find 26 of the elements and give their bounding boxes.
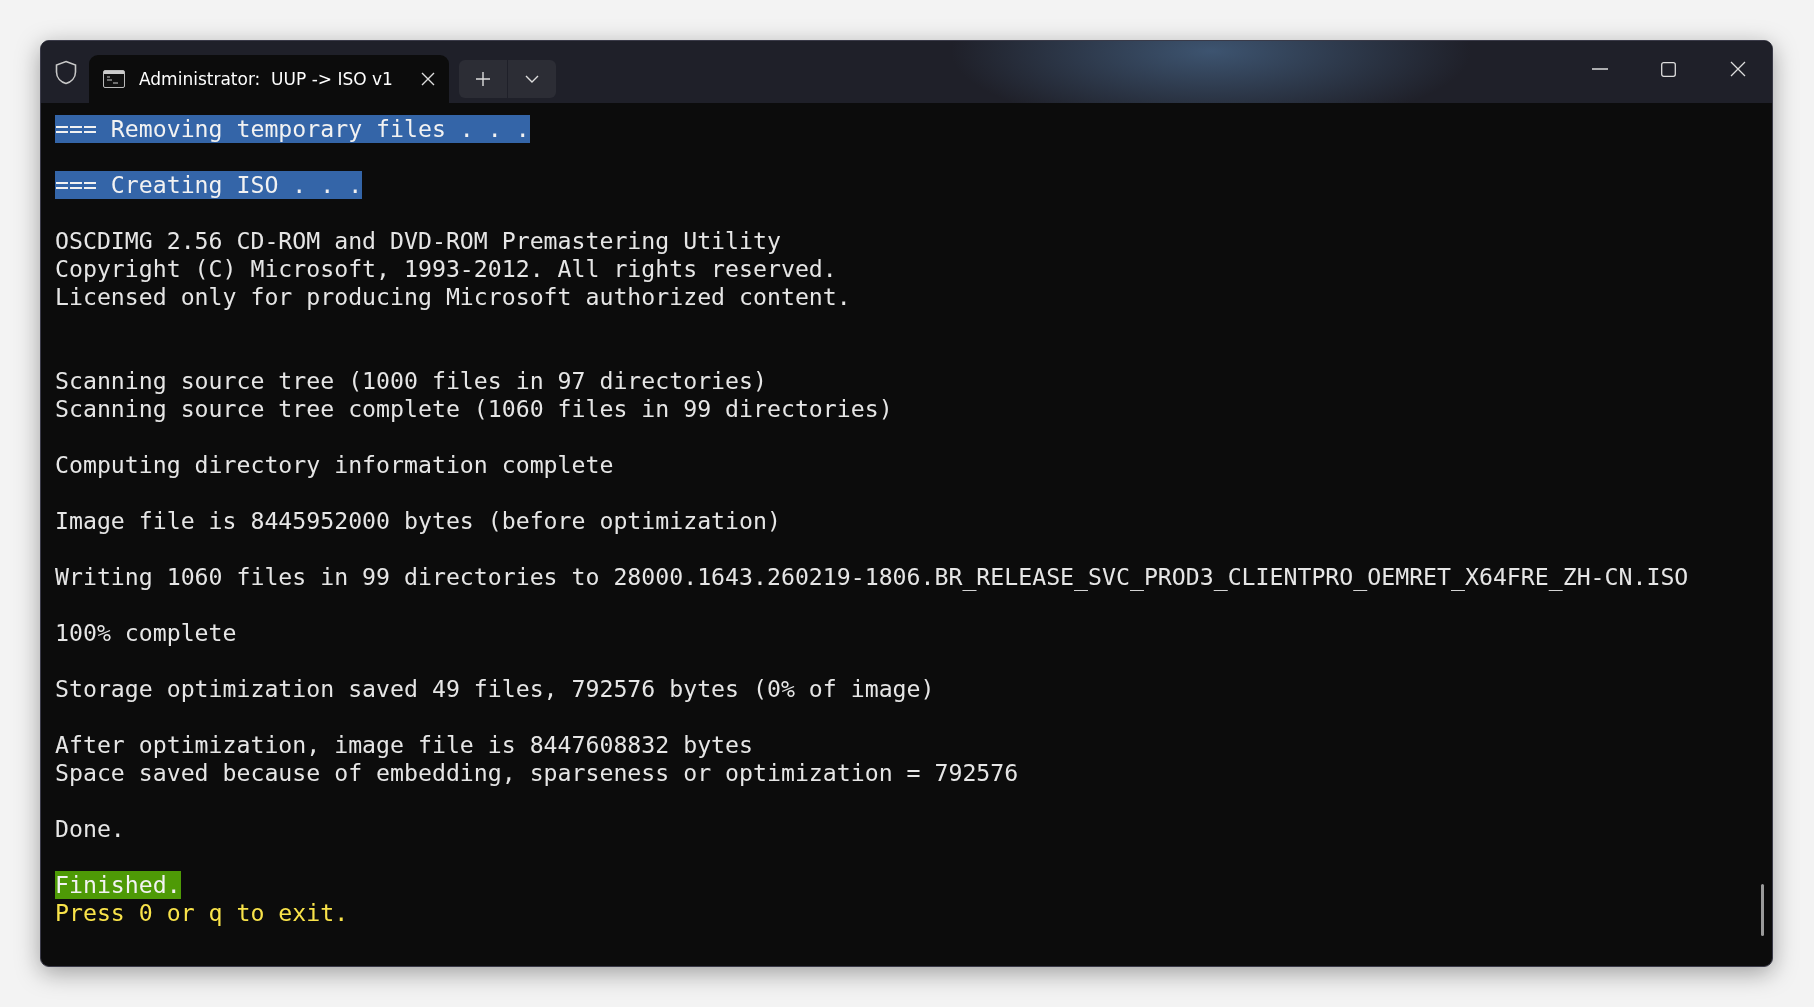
output-line: Image file is 8445952000 bytes (before optimization) [55, 507, 781, 535]
output-line: Space saved because of embedding, sparseness or optimization = 792576 [55, 759, 1019, 787]
output-line: Copyright (C) Microsoft, 1993-2012. All rights reserved. [55, 255, 837, 283]
output-line: Scanning source tree (1000 files in 97 directories) [55, 367, 767, 395]
prompt-line: Press 0 or q to exit. [55, 899, 349, 927]
status-label: Finished. [55, 871, 181, 899]
output-line: OSCDIMG 2.56 CD-ROM and DVD-ROM Premastering Utility [55, 227, 781, 255]
output-line: After optimization, image file is 8447608832 bytes [55, 731, 753, 759]
output-line: 100% complete [55, 619, 237, 647]
output-line: Writing 1060 files in 99 directories to 28000.1643.260219-1806.BR_RELEASE_SVC_PROD3_CLIENTPRO_OEMRET_X64FRE_ZH-CN.ISO [55, 563, 1689, 591]
plus-icon [475, 71, 491, 87]
scrollbar[interactable] [1761, 884, 1764, 936]
close-icon [1729, 61, 1746, 77]
output-line: Done. [55, 815, 125, 843]
console-icon [103, 70, 125, 88]
shield-icon [55, 60, 77, 85]
output-line: Scanning source tree complete (1060 files in 99 directories) [55, 395, 893, 423]
chevron-down-icon [525, 75, 539, 83]
maximize-icon [1661, 61, 1676, 77]
output-line: Computing directory information complete [55, 451, 614, 479]
output-line: Storage optimization saved 49 files, 792576 bytes (0% of image) [55, 675, 935, 703]
close-icon[interactable] [421, 72, 435, 86]
terminal-tab[interactable]: Administrator: UUP -> ISO v1 [89, 55, 449, 103]
tab-title: Administrator: UUP -> ISO v1 [139, 69, 394, 89]
minimize-icon [1591, 68, 1608, 70]
output-line: Licensed only for producing Microsoft authorized content. [55, 283, 851, 311]
